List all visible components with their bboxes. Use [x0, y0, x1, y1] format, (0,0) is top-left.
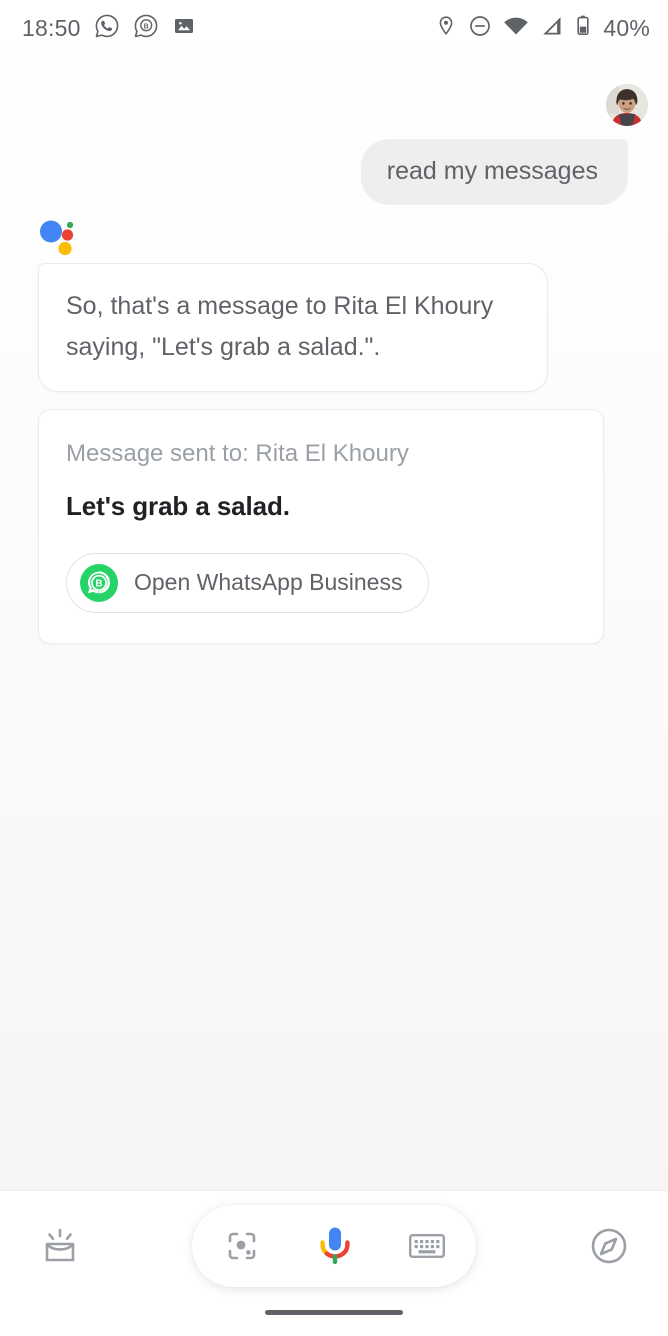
chip-label: Open WhatsApp Business: [134, 569, 403, 596]
status-bar: 18:50 B 40%: [0, 0, 668, 56]
snapshot-inbox-icon[interactable]: [36, 1222, 84, 1270]
whatsapp-business-icon: B: [80, 563, 118, 602]
bottom-navigation-bar: [0, 1190, 668, 1336]
google-assistant-logo: [38, 218, 82, 258]
battery-icon: [575, 14, 591, 43]
assistant-message-bubble: So, that's a message to Rita El Khoury s…: [38, 263, 548, 392]
open-whatsapp-business-button[interactable]: B Open WhatsApp Business: [66, 552, 430, 613]
assistant-input-pill: [192, 1205, 476, 1287]
card-recipient-label: Message sent to: Rita El Khoury: [66, 440, 409, 467]
do-not-disturb-icon: [468, 14, 492, 43]
keyboard-button[interactable]: [408, 1231, 446, 1261]
battery-percent-label: 40%: [603, 14, 650, 41]
whatsapp-icon: [94, 13, 120, 44]
location-icon: [435, 14, 457, 43]
explore-compass-icon[interactable]: [585, 1222, 633, 1270]
google-lens-button[interactable]: [222, 1226, 262, 1266]
whatsapp-business-icon: B: [133, 13, 159, 44]
status-bar-left: 18:50 B: [22, 13, 196, 44]
home-indicator[interactable]: [265, 1310, 403, 1315]
wifi-icon: [503, 15, 529, 42]
conversation-area: read my messages So, that's a message to…: [0, 56, 668, 1190]
user-message-bubble: read my messages: [360, 139, 628, 206]
user-avatar[interactable]: [604, 82, 650, 128]
cellular-signal-icon: [540, 15, 564, 42]
message-sent-card: Message sent to: Rita El Khoury Let's gr…: [38, 409, 604, 644]
svg-text:B: B: [143, 23, 148, 30]
svg-text:B: B: [95, 578, 102, 589]
photo-icon: [172, 14, 196, 43]
google-microphone-button[interactable]: [314, 1222, 356, 1270]
card-message-body: Let's grab a salad.: [66, 490, 290, 521]
status-bar-clock: 18:50: [22, 14, 81, 41]
status-bar-right: 40%: [435, 14, 650, 43]
